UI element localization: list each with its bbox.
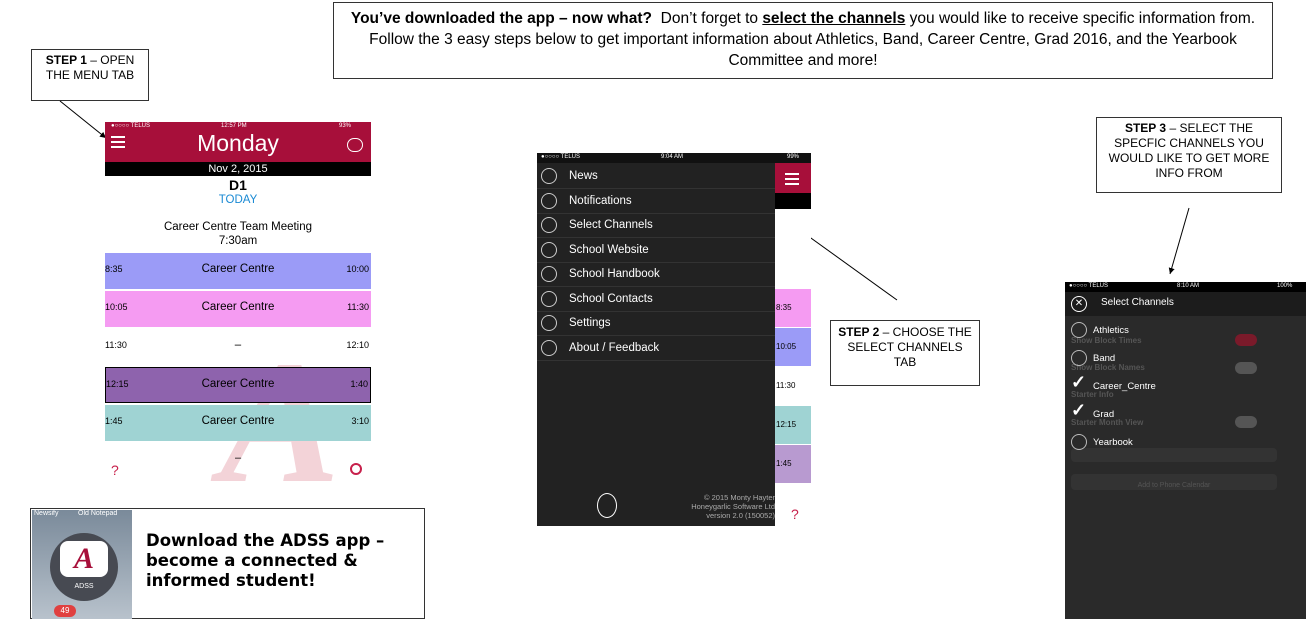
download-app-box: Newsify Old Notepad A ADSS 49 Download t… bbox=[30, 508, 425, 619]
phone-channels-screen: ●○○○○ TELUS 8:10 AM 100% ✕ Select Channe… bbox=[1065, 282, 1306, 619]
channel-option[interactable]: Athletics bbox=[1071, 322, 1271, 342]
arrow-step2 bbox=[796, 227, 898, 301]
schedule-peek-cell: 12:15 bbox=[775, 406, 811, 444]
settings-icon bbox=[541, 315, 557, 331]
status-bar: ●○○○○ TELUS 9:04 AM 99% bbox=[537, 153, 811, 163]
status-bar: ●○○○○ TELUS 8:10 AM 100% bbox=[1065, 282, 1306, 292]
schedule-block[interactable]: 12:15 Career Centre 1:40 bbox=[105, 367, 371, 403]
menu-item[interactable]: Notifications bbox=[537, 190, 775, 214]
instructions-highlight: select the channels bbox=[762, 10, 906, 27]
menu-item[interactable]: About / Feedback bbox=[537, 337, 775, 361]
menu-item[interactable]: Settings bbox=[537, 312, 775, 336]
menu-item[interactable]: Select Channels bbox=[537, 214, 775, 238]
instructions-part1: Don’t forget to bbox=[660, 10, 758, 27]
warning-icon bbox=[541, 192, 557, 209]
adss-app-icon[interactable]: A ADSS bbox=[50, 533, 118, 601]
phone-menu-screen: 8:35 10:05 11:30 12:15 1:45 ? News Notificati… bbox=[537, 153, 811, 526]
help-icon[interactable]: ? bbox=[111, 462, 119, 478]
schedule-peek-cell: 10:05 bbox=[775, 328, 811, 366]
instructions-box: You’ve downloaded the app – now what? Do… bbox=[333, 2, 1273, 79]
news-icon bbox=[541, 168, 557, 184]
schedule-block[interactable]: 11:30–12:10 bbox=[105, 329, 371, 365]
step-1-label: STEP 1 – OPEN THE MENU TAB bbox=[31, 49, 149, 101]
schedule-peek: 8:35 10:05 11:30 12:15 1:45 ? bbox=[775, 153, 811, 526]
help-icon bbox=[541, 339, 557, 356]
channels-icon bbox=[541, 217, 557, 233]
channels-header: ✕ Select Channels bbox=[1065, 292, 1306, 316]
step-3-label: STEP 3 – SELECT THE SPECFIC CHANNELS YOU… bbox=[1096, 117, 1282, 193]
book-icon bbox=[541, 266, 557, 282]
channels-title: Select Channels bbox=[1101, 297, 1174, 308]
menu-item[interactable]: School Contacts bbox=[537, 288, 775, 312]
contacts-icon bbox=[541, 290, 557, 307]
menu-icon[interactable] bbox=[785, 173, 799, 188]
homescreen-preview: Newsify Old Notepad A ADSS 49 bbox=[32, 510, 132, 619]
schedule-peek-cell: 11:30 bbox=[775, 367, 811, 405]
schedule-block[interactable]: 8:35 Career Centre 10:00 bbox=[105, 253, 371, 289]
unchecked-circle-icon bbox=[1071, 434, 1087, 450]
menu-item[interactable]: School Handbook bbox=[537, 263, 775, 287]
day-title: Monday bbox=[197, 130, 279, 156]
date-bar: Nov 2, 2015 bbox=[105, 162, 371, 176]
step-2-label: STEP 2 – CHOOSE THE SELECT CHANNELS TAB bbox=[830, 320, 980, 386]
help-icon[interactable]: ? bbox=[791, 506, 799, 522]
schedule-block[interactable]: 1:45 Career Centre 3:10 bbox=[105, 405, 371, 441]
arrow-step1 bbox=[59, 100, 107, 139]
today-link[interactable]: TODAY bbox=[105, 194, 371, 206]
unchecked-circle-icon bbox=[1071, 322, 1087, 338]
schedule-peek-cell: 8:35 bbox=[775, 289, 811, 327]
unchecked-circle-icon bbox=[1071, 350, 1087, 366]
side-menu: News Notifications Select Channels School W… bbox=[537, 153, 775, 526]
checkmark-icon: ✓ bbox=[1071, 372, 1087, 392]
app-header: ●○○○○ TELUS 12:57 PM 93% Monday bbox=[105, 122, 371, 162]
channel-option[interactable]: ✓ Career_Centre bbox=[1071, 372, 1271, 398]
badge: 49 bbox=[54, 605, 76, 617]
settings-icon[interactable] bbox=[350, 463, 362, 475]
menu-item[interactable]: School Website bbox=[537, 239, 775, 263]
menu-item[interactable]: News bbox=[537, 165, 775, 189]
instructions-intro: You’ve downloaded the app – now what? bbox=[350, 10, 653, 27]
channel-option[interactable]: Band bbox=[1071, 350, 1271, 370]
channel-option[interactable]: ✓ Grad bbox=[1071, 400, 1271, 426]
day-code: D1 bbox=[229, 177, 247, 193]
arrow-step3 bbox=[1168, 207, 1190, 275]
close-icon[interactable]: ✕ bbox=[1071, 296, 1087, 312]
schedule-peek-cell: 1:45 bbox=[775, 445, 811, 483]
bee-logo-icon bbox=[597, 493, 617, 518]
phone-schedule-screen: A ●○○○○ TELUS 12:57 PM 93% Monday Nov 2,… bbox=[105, 122, 371, 520]
channel-option[interactable]: Yearbook bbox=[1071, 434, 1271, 454]
checkmark-icon: ✓ bbox=[1071, 400, 1087, 420]
event: Career Centre Team Meeting 7:30am bbox=[163, 221, 313, 247]
download-text: Download the ADSS app – become a connect… bbox=[146, 531, 385, 590]
schedule-block[interactable]: 10:05 Career Centre 11:30 bbox=[105, 291, 371, 327]
calendar-icon[interactable] bbox=[347, 138, 363, 152]
menu-footer: © 2015 Monty Hayter Honeygarlic Software… bbox=[691, 493, 775, 520]
globe-icon bbox=[541, 241, 557, 258]
